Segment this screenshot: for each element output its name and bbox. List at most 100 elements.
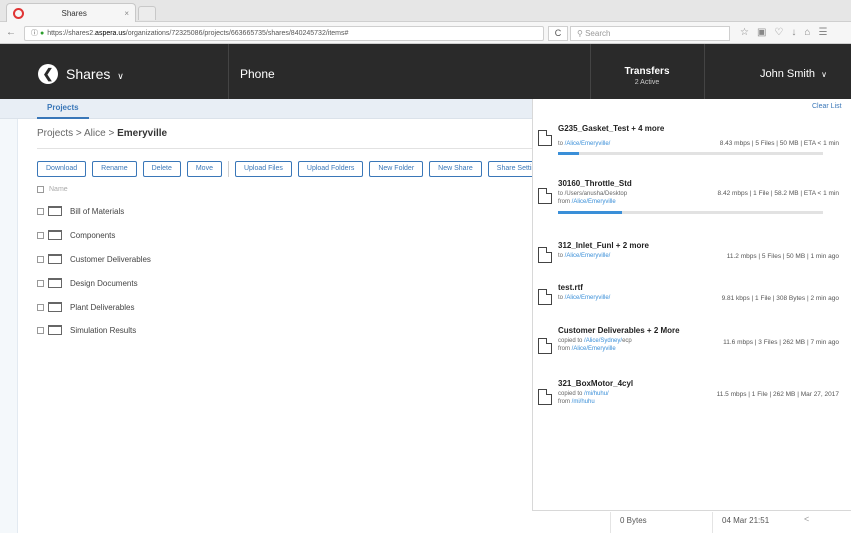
tab-close-icon[interactable]: × [124,9,129,18]
upload-files-button[interactable]: Upload Files [234,161,292,177]
folder-name[interactable]: Simulation Results [70,326,136,335]
folder-icon [48,325,62,335]
breadcrumb-projects[interactable]: Projects [37,128,73,139]
reload-button[interactable]: C [548,26,568,41]
home-icon[interactable]: ⌂ [804,27,810,38]
download-icon[interactable]: ↓ [791,27,796,38]
destination-link[interactable]: /Alice/Emeryville/ [565,141,611,147]
file-upload-icon [538,247,552,263]
transfer-source: from /mi/huhu [558,399,595,405]
destination-link[interactable]: /mi/huhu/ [584,391,609,397]
new-tab-button[interactable] [138,6,156,20]
toolbar-divider [227,161,229,177]
upload-folders-button[interactable]: Upload Folders [297,161,364,177]
transfer-item[interactable]: Customer Deliverables + 2 More copied to… [538,326,843,360]
new-folder-button[interactable]: New Folder [369,161,424,177]
source-link[interactable]: /Alice/Emeryville [572,346,616,352]
file-download-icon [538,188,552,204]
browser-tab[interactable]: Shares × [6,3,136,22]
folder-icon [48,230,62,240]
url-path: /organizations/72325086/projects/6636657… [125,30,349,37]
row-checkbox[interactable] [37,255,44,263]
nav-buttons: ← [6,27,16,38]
list-item[interactable]: Design Documents [37,278,138,288]
folder-name[interactable]: Bill of Materials [70,207,124,216]
to-prefix: to [558,141,565,147]
browser-toolbar-icons: ☆ ▣ ♡ ↓ ⌂ ☰ [740,27,827,38]
move-button[interactable]: Move [186,161,222,177]
transfer-item[interactable]: test.rtf to /Alice/Emeryville/ 9.81 kbps… [538,283,843,311]
transfer-destination: copied to /mi/huhu/ [558,391,609,397]
delete-button[interactable]: Delete [142,161,181,177]
url-prefix: https://shares2. [47,30,96,37]
reading-list-icon[interactable]: ▣ [757,27,766,38]
file-download-icon [538,289,552,305]
rename-button[interactable]: Rename [92,161,137,177]
folder-name[interactable]: Customer Deliverables [70,255,151,264]
transfer-name: 30160_Throttle_Std [558,179,632,188]
transfer-item[interactable]: 312_Inlet_Funl + 2 more to /Alice/Emeryv… [538,241,843,269]
footer-size: 0 Bytes [620,516,647,525]
new-share-button[interactable]: New Share [429,161,482,177]
transfer-destination: to /Alice/Emeryville/ [558,141,610,147]
destination-link[interactable]: /Alice/Emeryville/ [565,295,611,301]
name-column-header[interactable]: Name [49,186,68,193]
transfer-item[interactable]: 30160_Throttle_Std to /Users/anusha/Desk… [538,179,843,218]
transfer-source: from /Alice/Emeryville [558,199,616,205]
file-upload-icon [538,130,552,146]
list-item[interactable]: Bill of Materials [37,206,124,216]
browser-search-input[interactable]: ⚲ Search [570,26,730,41]
bookmark-star-icon[interactable]: ☆ [740,27,749,38]
row-checkbox[interactable] [37,207,44,215]
row-checkbox[interactable] [37,279,44,287]
clear-list-link[interactable]: Clear List [812,103,842,110]
transfer-destination: to /Alice/Emeryville/ [558,295,610,301]
folder-name[interactable]: Design Documents [70,279,138,288]
transfers-button[interactable]: Transfers 2 Active [592,66,702,86]
divider [37,148,532,149]
breadcrumb-separator: > [108,128,115,139]
list-item[interactable]: Customer Deliverables [37,254,151,264]
lock-icon: ● [39,30,45,37]
tab-projects[interactable]: Projects [37,99,89,119]
row-checkbox[interactable] [37,303,44,311]
list-item[interactable]: Plant Deliverables [37,302,134,312]
transfer-name: 321_BoxMotor_4cyl [558,379,634,388]
transfer-item[interactable]: 321_BoxMotor_4cyl copied to /mi/huhu/ fr… [538,379,843,411]
share-icon[interactable]: < [804,514,809,524]
transfer-progress-fill [558,152,580,155]
transfer-stats: 11.2 mbps | 5 Files | 50 MB | 1 min ago [726,253,839,260]
breadcrumb-alice[interactable]: Alice [84,128,106,139]
list-item[interactable]: Components [37,230,115,240]
pocket-icon[interactable]: ♡ [774,27,783,38]
source-link[interactable]: /mi/huhu [572,399,595,405]
app-switcher[interactable]: Shares ∨ [66,66,124,82]
transfer-item[interactable]: G235_Gasket_Test + 4 more to /Alice/Emer… [538,124,843,160]
transfer-name: Customer Deliverables + 2 More [558,326,680,335]
workspace-title: Phone [240,67,275,81]
folder-name[interactable]: Components [70,231,115,240]
copy-icon [538,389,552,405]
source-link[interactable]: /Alice/Emeryville [572,199,616,205]
menu-icon[interactable]: ☰ [818,27,827,38]
back-arrow-icon[interactable]: ← [6,27,16,38]
folder-icon [48,302,62,312]
destination-link[interactable]: /Alice/Sydney/ [584,338,622,344]
url-domain: aspera.us [95,30,126,37]
select-all-checkbox[interactable] [37,186,44,193]
download-button[interactable]: Download [37,161,87,177]
header-divider [228,44,229,99]
transfer-name: test.rtf [558,283,583,292]
info-icon: ⓘ [31,30,38,37]
row-checkbox[interactable] [37,231,44,239]
list-item[interactable]: Simulation Results [37,325,136,335]
app-header [0,44,851,99]
user-menu[interactable]: John Smith ∨ [760,68,827,80]
to-prefix: to [558,253,565,259]
folder-name[interactable]: Plant Deliverables [70,303,134,312]
destination-link[interactable]: /Alice/Emeryville/ [565,253,611,259]
tab-title: Shares [61,8,87,18]
url-field[interactable]: ⓘ ● https://shares2.aspera.us/organizatio… [24,26,544,41]
row-checkbox[interactable] [37,326,44,334]
transfers-label: Transfers [624,66,670,77]
